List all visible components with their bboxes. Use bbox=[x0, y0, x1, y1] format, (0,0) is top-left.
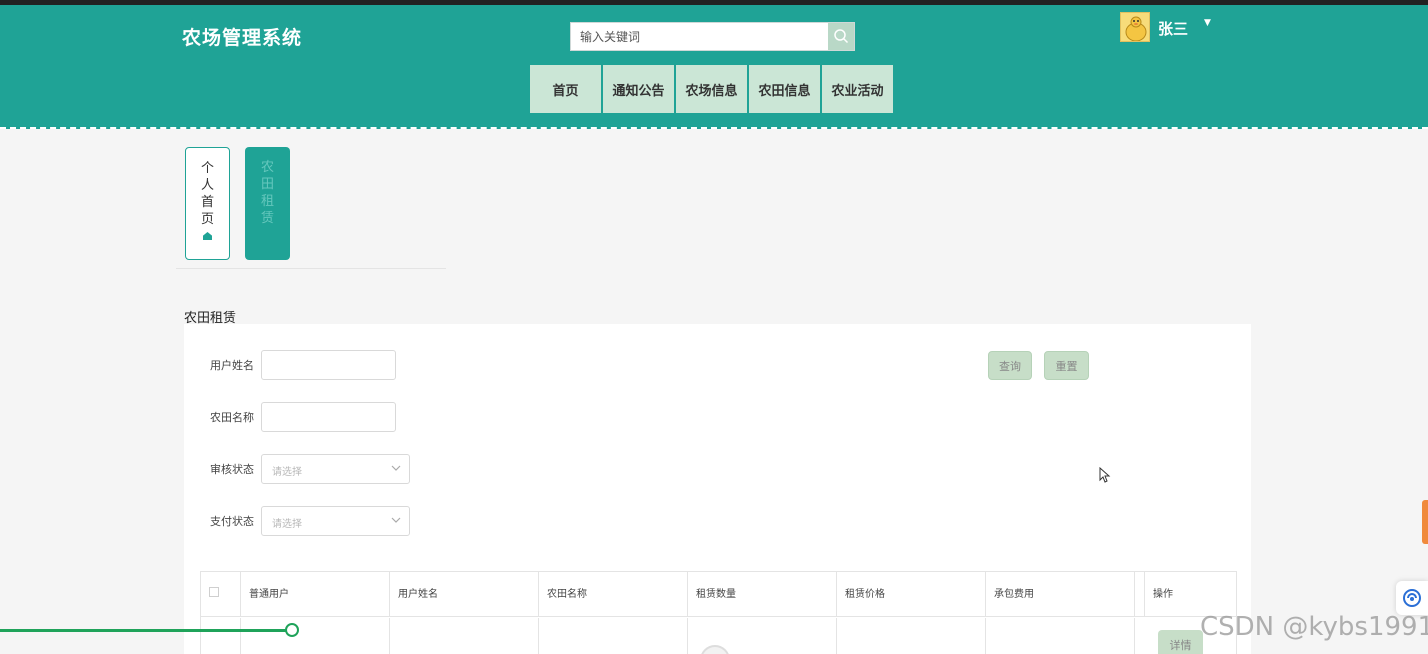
col-header-rent-price: 租赁价格 bbox=[837, 572, 986, 617]
header: 农场管理系统 张三 ▼ 首页 通知公告 农场信息 农田信息 bbox=[0, 5, 1428, 129]
edge-handle[interactable] bbox=[1422, 500, 1428, 544]
tab-char: 田 bbox=[260, 177, 274, 192]
username[interactable]: 张三 bbox=[1158, 18, 1188, 39]
side-tabs: 个 人 首 页 农 田 租 赁 bbox=[176, 140, 446, 269]
tab-char: 个 bbox=[200, 161, 214, 176]
field-name-label: 农田名称 bbox=[210, 411, 254, 424]
search-input[interactable] bbox=[571, 23, 829, 50]
nav-item-field-info[interactable]: 农田信息 bbox=[749, 65, 820, 113]
tab-char: 页 bbox=[200, 212, 214, 227]
home-icon bbox=[203, 232, 212, 240]
tab-char: 人 bbox=[200, 178, 214, 193]
audit-status-select[interactable]: 请选择 bbox=[261, 454, 410, 484]
table-header-row: 普通用户 用户姓名 农田名称 租赁数量 租赁价格 承包费用 操作 bbox=[201, 572, 1236, 617]
tab-char: 租 bbox=[260, 194, 274, 209]
caret-down-icon[interactable]: ▼ bbox=[1204, 18, 1211, 28]
pay-status-label: 支付状态 bbox=[210, 515, 254, 528]
app-title: 农场管理系统 bbox=[182, 27, 303, 49]
video-progress-knob[interactable] bbox=[285, 623, 299, 637]
nav-item-farm-info[interactable]: 农场信息 bbox=[676, 65, 747, 113]
detail-button[interactable]: 详情 bbox=[1158, 630, 1203, 654]
col-header-rent-qty: 租赁数量 bbox=[688, 572, 837, 617]
tab-char: 农 bbox=[260, 160, 274, 175]
search-box bbox=[570, 22, 855, 51]
pay-status-select[interactable]: 请选择 bbox=[261, 506, 410, 536]
col-header-field-name: 农田名称 bbox=[539, 572, 688, 617]
tab-field-rental[interactable]: 农 田 租 赁 bbox=[245, 147, 290, 260]
query-button[interactable]: 查询 bbox=[988, 351, 1032, 380]
video-progress-bar[interactable] bbox=[0, 629, 292, 632]
table-cell bbox=[837, 618, 986, 654]
mouse-cursor-icon bbox=[1099, 467, 1111, 483]
nav-item-notices[interactable]: 通知公告 bbox=[603, 65, 674, 113]
table-cell bbox=[390, 618, 539, 654]
col-header-contract-fee: 承包费用 bbox=[986, 572, 1135, 617]
table-cell bbox=[241, 618, 390, 654]
user-name-label: 用户姓名 bbox=[210, 359, 254, 372]
audit-status-label: 审核状态 bbox=[210, 463, 254, 476]
pay-status-placeholder: 请选择 bbox=[272, 519, 302, 530]
table-cell bbox=[986, 618, 1135, 654]
col-header-user: 普通用户 bbox=[241, 572, 390, 617]
search-icon bbox=[834, 29, 849, 44]
nav-item-activities[interactable]: 农业活动 bbox=[822, 65, 893, 113]
col-header-actions: 操作 bbox=[1153, 589, 1173, 600]
table-cell bbox=[539, 618, 688, 654]
tab-char: 首 bbox=[200, 195, 214, 210]
row-select-cell bbox=[201, 618, 241, 654]
select-all-checkbox[interactable] bbox=[209, 587, 219, 597]
search-button[interactable] bbox=[828, 23, 854, 50]
chevron-down-icon bbox=[391, 465, 401, 471]
watermark: CSDN @kybs1991 bbox=[1200, 612, 1428, 642]
col-header-user-name: 用户姓名 bbox=[390, 572, 539, 617]
tab-personal-home[interactable]: 个 人 首 页 bbox=[185, 147, 230, 260]
audit-status-placeholder: 请选择 bbox=[272, 467, 302, 478]
rental-table: 普通用户 用户姓名 农田名称 租赁数量 租赁价格 承包费用 操作 详情 bbox=[200, 571, 1237, 654]
floating-assist-icon bbox=[1403, 589, 1421, 607]
chevron-down-icon bbox=[391, 517, 401, 523]
floating-assist-button[interactable] bbox=[1396, 581, 1428, 615]
select-all-cell bbox=[201, 572, 241, 617]
main-nav: 首页 通知公告 农场信息 农田信息 农业活动 bbox=[530, 65, 893, 113]
tab-char: 赁 bbox=[260, 211, 274, 226]
user-name-input[interactable] bbox=[261, 350, 396, 380]
user-avatar-icon[interactable] bbox=[1120, 12, 1150, 42]
field-name-input[interactable] bbox=[261, 402, 396, 432]
reset-button[interactable]: 重置 bbox=[1044, 351, 1089, 380]
nav-item-home[interactable]: 首页 bbox=[530, 65, 601, 113]
rental-panel: 用户姓名 农田名称 审核状态 请选择 支付状态 请选择 查询 重置 普通用户 用… bbox=[184, 324, 1251, 654]
col-header-hidden bbox=[1135, 572, 1145, 617]
